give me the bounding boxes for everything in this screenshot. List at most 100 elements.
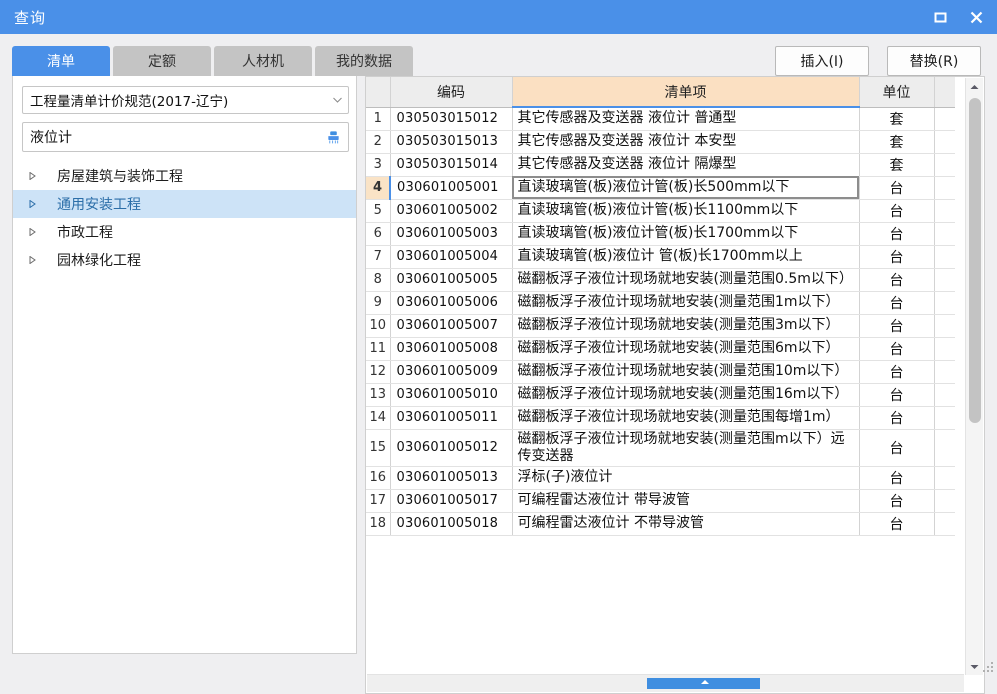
unit-cell[interactable]: 台 bbox=[859, 489, 935, 513]
resize-grip[interactable] bbox=[981, 660, 993, 672]
code-cell[interactable]: 030601005011 bbox=[390, 406, 513, 430]
column-header-item[interactable]: 清单项 bbox=[512, 77, 860, 108]
code-cell[interactable]: 030601005009 bbox=[390, 360, 513, 384]
unit-cell[interactable]: 台 bbox=[859, 314, 935, 338]
tab-qingdan[interactable]: 清单 bbox=[12, 46, 110, 76]
row-number-cell[interactable]: 16 bbox=[366, 466, 391, 490]
table-row[interactable]: 4 030601005001 直读玻璃管(板)液位计管(板)长500mm以下台 bbox=[366, 176, 955, 200]
tree-item-fangwu[interactable]: 房屋建筑与装饰工程 bbox=[13, 162, 356, 190]
unit-cell[interactable]: 套 bbox=[859, 153, 935, 177]
table-row[interactable]: 15 030601005012 磁翻板浮子液位计现场就地安装(测量范围m以下）远传变… bbox=[366, 429, 955, 467]
item-cell[interactable]: 其它传感器及变送器 液位计 隔爆型 bbox=[512, 153, 860, 177]
table-row[interactable]: 3 030503015014 其它传感器及变送器 液位计 隔爆型套 bbox=[366, 153, 955, 177]
item-cell[interactable]: 直读玻璃管(板)液位计管(板)长500mm以下 bbox=[512, 176, 860, 200]
triangle-right-icon[interactable] bbox=[29, 228, 47, 236]
scroll-up-button[interactable] bbox=[966, 78, 983, 95]
code-cell[interactable]: 030601005001 bbox=[389, 176, 513, 200]
item-cell[interactable]: 直读玻璃管(板)液位计管(板)长1100mm以下 bbox=[512, 199, 860, 223]
horizontal-scroll-thumb[interactable] bbox=[647, 678, 760, 689]
unit-cell[interactable]: 台 bbox=[859, 176, 935, 200]
row-number-cell[interactable]: 12 bbox=[366, 360, 391, 384]
item-cell[interactable]: 直读玻璃管(板)液位计 管(板)长1700mm以上 bbox=[512, 245, 860, 269]
item-cell[interactable]: 浮标(子)液位计 bbox=[512, 466, 860, 490]
row-number-cell[interactable]: 10 bbox=[366, 314, 391, 338]
table-row[interactable]: 10 030601005007 磁翻板浮子液位计现场就地安装(测量范围3m以下）台 bbox=[366, 314, 955, 338]
code-cell[interactable]: 030601005013 bbox=[390, 466, 513, 490]
table-row[interactable]: 6 030601005003 直读玻璃管(板)液位计管(板)长1700mm以下台 bbox=[366, 222, 955, 246]
table-row[interactable]: 12 030601005009 磁翻板浮子液位计现场就地安装(测量范围10m以下）台 bbox=[366, 360, 955, 384]
unit-cell[interactable]: 套 bbox=[859, 107, 935, 131]
table-row[interactable]: 17 030601005017 可编程雷达液位计 带导波管台 bbox=[366, 489, 955, 513]
unit-cell[interactable]: 台 bbox=[859, 337, 935, 361]
insert-button[interactable]: 插入(I) bbox=[775, 46, 869, 76]
code-cell[interactable]: 030601005017 bbox=[390, 489, 513, 513]
code-cell[interactable]: 030503015012 bbox=[390, 107, 513, 131]
unit-cell[interactable]: 台 bbox=[859, 383, 935, 407]
table-row[interactable]: 13 030601005010 磁翻板浮子液位计现场就地安装(测量范围16m以下）台 bbox=[366, 383, 955, 407]
item-cell[interactable]: 磁翻板浮子液位计现场就地安装(测量范围每增1m） bbox=[512, 406, 860, 430]
code-cell[interactable]: 030601005018 bbox=[390, 512, 513, 536]
maximize-button[interactable] bbox=[929, 6, 951, 28]
column-header-rownum[interactable] bbox=[366, 77, 391, 108]
row-number-cell[interactable]: 8 bbox=[366, 268, 391, 292]
vertical-scrollbar[interactable] bbox=[965, 78, 983, 675]
row-number-cell[interactable]: 14 bbox=[366, 406, 391, 430]
triangle-right-icon[interactable] bbox=[29, 256, 47, 264]
row-number-cell[interactable]: 18 bbox=[366, 512, 391, 536]
unit-cell[interactable]: 台 bbox=[859, 268, 935, 292]
row-number-cell[interactable]: 5 bbox=[366, 199, 391, 223]
row-number-cell[interactable]: 7 bbox=[366, 245, 391, 269]
tab-rencaiji[interactable]: 人材机 bbox=[214, 46, 312, 76]
unit-cell[interactable]: 台 bbox=[859, 199, 935, 223]
triangle-right-icon[interactable] bbox=[29, 200, 47, 208]
table-row[interactable]: 1 030503015012 其它传感器及变送器 液位计 普通型套 bbox=[366, 107, 955, 131]
triangle-right-icon[interactable] bbox=[29, 172, 47, 180]
item-cell[interactable]: 磁翻板浮子液位计现场就地安装(测量范围m以下）远传变送器 bbox=[512, 429, 860, 467]
broom-clear-icon[interactable] bbox=[318, 130, 348, 145]
row-number-cell[interactable]: 15 bbox=[366, 429, 391, 467]
table-row[interactable]: 14 030601005011 磁翻板浮子液位计现场就地安装(测量范围每增1m）台 bbox=[366, 406, 955, 430]
item-cell[interactable]: 其它传感器及变送器 液位计 本安型 bbox=[512, 130, 860, 154]
tab-my-data[interactable]: 我的数据 bbox=[315, 46, 413, 76]
code-cell[interactable]: 030601005007 bbox=[390, 314, 513, 338]
code-cell[interactable]: 030503015014 bbox=[390, 153, 513, 177]
code-cell[interactable]: 030601005008 bbox=[390, 337, 513, 361]
item-cell[interactable]: 磁翻板浮子液位计现场就地安装(测量范围10m以下） bbox=[512, 360, 860, 384]
code-cell[interactable]: 030601005012 bbox=[390, 429, 513, 467]
item-cell[interactable]: 磁翻板浮子液位计现场就地安装(测量范围6m以下） bbox=[512, 337, 860, 361]
column-header-code[interactable]: 编码 bbox=[390, 77, 513, 108]
unit-cell[interactable]: 台 bbox=[859, 429, 935, 467]
code-cell[interactable]: 030601005005 bbox=[390, 268, 513, 292]
row-number-cell[interactable]: 11 bbox=[366, 337, 391, 361]
row-number-cell[interactable]: 6 bbox=[366, 222, 391, 246]
code-cell[interactable]: 030601005006 bbox=[390, 291, 513, 315]
row-number-cell[interactable]: 4 bbox=[366, 176, 391, 200]
tree-item-tongyong-anzhuang[interactable]: 通用安装工程 bbox=[13, 190, 356, 218]
item-cell[interactable]: 可编程雷达液位计 带导波管 bbox=[512, 489, 860, 513]
item-cell[interactable]: 直读玻璃管(板)液位计管(板)长1700mm以下 bbox=[512, 222, 860, 246]
item-cell[interactable]: 磁翻板浮子液位计现场就地安装(测量范围3m以下） bbox=[512, 314, 860, 338]
table-row[interactable]: 2 030503015013 其它传感器及变送器 液位计 本安型套 bbox=[366, 130, 955, 154]
code-cell[interactable]: 030601005003 bbox=[390, 222, 513, 246]
item-cell[interactable]: 磁翻板浮子液位计现场就地安装(测量范围0.5m以下） bbox=[512, 268, 860, 292]
unit-cell[interactable]: 台 bbox=[859, 512, 935, 536]
vertical-scroll-thumb[interactable] bbox=[969, 98, 981, 423]
table-row[interactable]: 8 030601005005 磁翻板浮子液位计现场就地安装(测量范围0.5m以下）台 bbox=[366, 268, 955, 292]
row-number-cell[interactable]: 9 bbox=[366, 291, 391, 315]
code-cell[interactable]: 030601005002 bbox=[390, 199, 513, 223]
unit-cell[interactable]: 台 bbox=[859, 222, 935, 246]
horizontal-scrollbar[interactable] bbox=[367, 674, 964, 692]
unit-cell[interactable]: 台 bbox=[859, 406, 935, 430]
tree-item-shizheng[interactable]: 市政工程 bbox=[13, 218, 356, 246]
replace-button[interactable]: 替换(R) bbox=[887, 46, 981, 76]
row-number-cell[interactable]: 3 bbox=[366, 153, 391, 177]
close-button[interactable] bbox=[965, 6, 987, 28]
unit-cell[interactable]: 台 bbox=[859, 291, 935, 315]
item-cell[interactable]: 磁翻板浮子液位计现场就地安装(测量范围16m以下） bbox=[512, 383, 860, 407]
item-cell[interactable]: 其它传感器及变送器 液位计 普通型 bbox=[512, 107, 860, 131]
row-number-cell[interactable]: 2 bbox=[366, 130, 391, 154]
table-row[interactable]: 9 030601005006 磁翻板浮子液位计现场就地安装(测量范围1m以下）台 bbox=[366, 291, 955, 315]
code-cell[interactable]: 030503015013 bbox=[390, 130, 513, 154]
row-number-cell[interactable]: 17 bbox=[366, 489, 391, 513]
tab-dinge[interactable]: 定额 bbox=[113, 46, 211, 76]
